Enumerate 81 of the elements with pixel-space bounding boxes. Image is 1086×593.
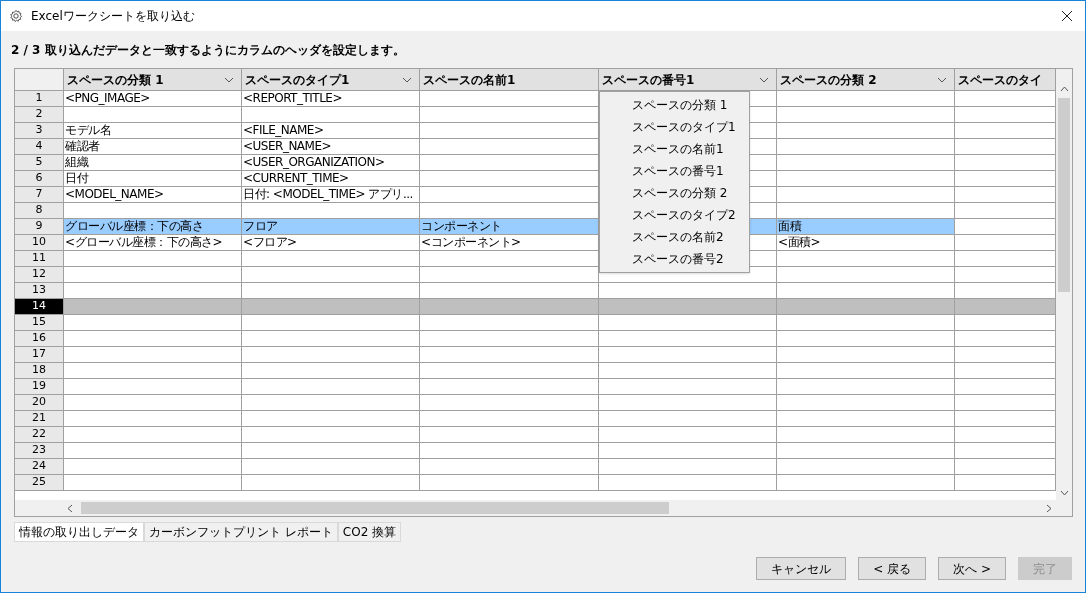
chevron-down-icon[interactable] <box>759 76 769 83</box>
table-cell: <PNG_IMAGE> <box>64 91 242 107</box>
table-cell: <CURRENT_TIME> <box>242 171 420 187</box>
menu-item[interactable]: スペースの分類 2 <box>600 182 749 204</box>
row-header[interactable]: 3 <box>15 123 64 139</box>
settings-icon <box>9 9 23 23</box>
row-header[interactable]: 19 <box>15 379 64 395</box>
row-header[interactable]: 10 <box>15 235 64 251</box>
chevron-right-icon[interactable] <box>1046 503 1052 513</box>
table-cell: <USER_ORGANIZATION> <box>242 155 420 171</box>
table-cell: <REPORT_TITLE> <box>242 91 420 107</box>
row-header[interactable]: 4 <box>15 139 64 155</box>
row-header[interactable]: 13 <box>15 283 64 299</box>
row-header[interactable]: 11 <box>15 251 64 267</box>
row-header[interactable]: 17 <box>15 347 64 363</box>
row-header[interactable]: 12 <box>15 267 64 283</box>
row-header[interactable]: 25 <box>15 475 64 491</box>
row-header[interactable]: 2 <box>15 107 64 123</box>
sheet-tab[interactable]: 情報の取り出しデータ <box>14 522 144 542</box>
menu-item[interactable]: スペースの番号2 <box>600 248 749 270</box>
chevron-left-icon[interactable] <box>67 503 73 513</box>
table-cell: <グローバル座標：下の高さ> <box>64 235 242 251</box>
chevron-down-icon[interactable] <box>937 76 947 83</box>
table-cell: <フロア> <box>242 235 420 251</box>
close-icon[interactable] <box>1061 10 1073 22</box>
menu-item[interactable]: スペースの名前1 <box>600 138 749 160</box>
table-cell: <コンポーネント> <box>420 235 599 251</box>
chevron-down-icon[interactable] <box>402 76 412 83</box>
column-header[interactable]: スペースのタイ <box>955 69 1056 91</box>
scrollbar-thumb[interactable] <box>81 502 669 514</box>
row-header[interactable]: 18 <box>15 363 64 379</box>
instruction-text: 2 / 3 取り込んだデータと一致するようにカラムのヘッダを設定します。 <box>11 43 405 57</box>
dialog-button[interactable]: 次へ > <box>938 557 1006 580</box>
column-header[interactable]: スペースの分類 2 <box>777 69 955 91</box>
row-header[interactable]: 1 <box>15 91 64 107</box>
window-title: Excelワークシートを取り込む <box>31 8 196 25</box>
menu-item[interactable]: スペースのタイプ2 <box>600 204 749 226</box>
column-header[interactable]: スペースの分類 1 <box>64 69 242 91</box>
table-cell: 日付 <box>64 171 242 187</box>
row-header[interactable]: 22 <box>15 427 64 443</box>
menu-item[interactable]: スペースの分類 1 <box>600 94 749 116</box>
sheet-tab[interactable]: カーボンフットプリント レポート <box>144 522 338 542</box>
column-header[interactable]: スペースのタイプ1 <box>242 69 420 91</box>
chevron-up-icon[interactable] <box>1059 86 1069 92</box>
sheet-tab[interactable]: CO2 換算 <box>337 522 402 542</box>
row-header[interactable]: 15 <box>15 315 64 331</box>
chevron-down-icon[interactable] <box>224 76 234 83</box>
column-header[interactable]: スペースの番号1 <box>599 69 777 91</box>
row-header[interactable]: 21 <box>15 411 64 427</box>
column-header[interactable]: スペースの名前1 <box>420 69 599 91</box>
dialog-button[interactable]: キャンセル <box>756 557 847 580</box>
row-header[interactable]: 16 <box>15 331 64 347</box>
table-cell: 確認者 <box>64 139 242 155</box>
table-cell: <USER_NAME> <box>242 139 420 155</box>
menu-item[interactable]: スペースの番号1 <box>600 160 749 182</box>
table-cell: 面積 <box>777 219 955 235</box>
dialog-button[interactable]: < 戻る <box>858 557 927 580</box>
table-cell: フロア <box>242 219 420 235</box>
table-cell: <FILE_NAME> <box>242 123 420 139</box>
table-cell: コンポーネント <box>420 219 599 235</box>
horizontal-scrollbar[interactable] <box>15 500 1072 516</box>
row-header[interactable]: 5 <box>15 155 64 171</box>
row-header[interactable]: 6 <box>15 171 64 187</box>
menu-item[interactable]: スペースのタイプ1 <box>600 116 749 138</box>
row-header[interactable]: 9 <box>15 219 64 235</box>
table-cell: <面積> <box>777 235 955 251</box>
scrollbar-thumb[interactable] <box>1058 98 1070 292</box>
table-cell: 組織 <box>64 155 242 171</box>
table-cell: グローバル座標：下の高さ <box>64 219 242 235</box>
row-header[interactable]: 7 <box>15 187 64 203</box>
table-cell: 日付: <MODEL_TIME> アプリ... <box>242 187 420 203</box>
vertical-scrollbar[interactable] <box>1056 69 1072 500</box>
row-header[interactable]: 23 <box>15 443 64 459</box>
table-cell: <MODEL_NAME> <box>64 187 242 203</box>
menu-item[interactable]: スペースの名前2 <box>600 226 749 248</box>
chevron-down-icon[interactable] <box>1059 490 1069 496</box>
row-header[interactable]: 24 <box>15 459 64 475</box>
row-header[interactable]: 8 <box>15 203 64 219</box>
table-cell: モデル名 <box>64 123 242 139</box>
row-header[interactable]: 20 <box>15 395 64 411</box>
row-header[interactable]: 14 <box>15 299 64 315</box>
